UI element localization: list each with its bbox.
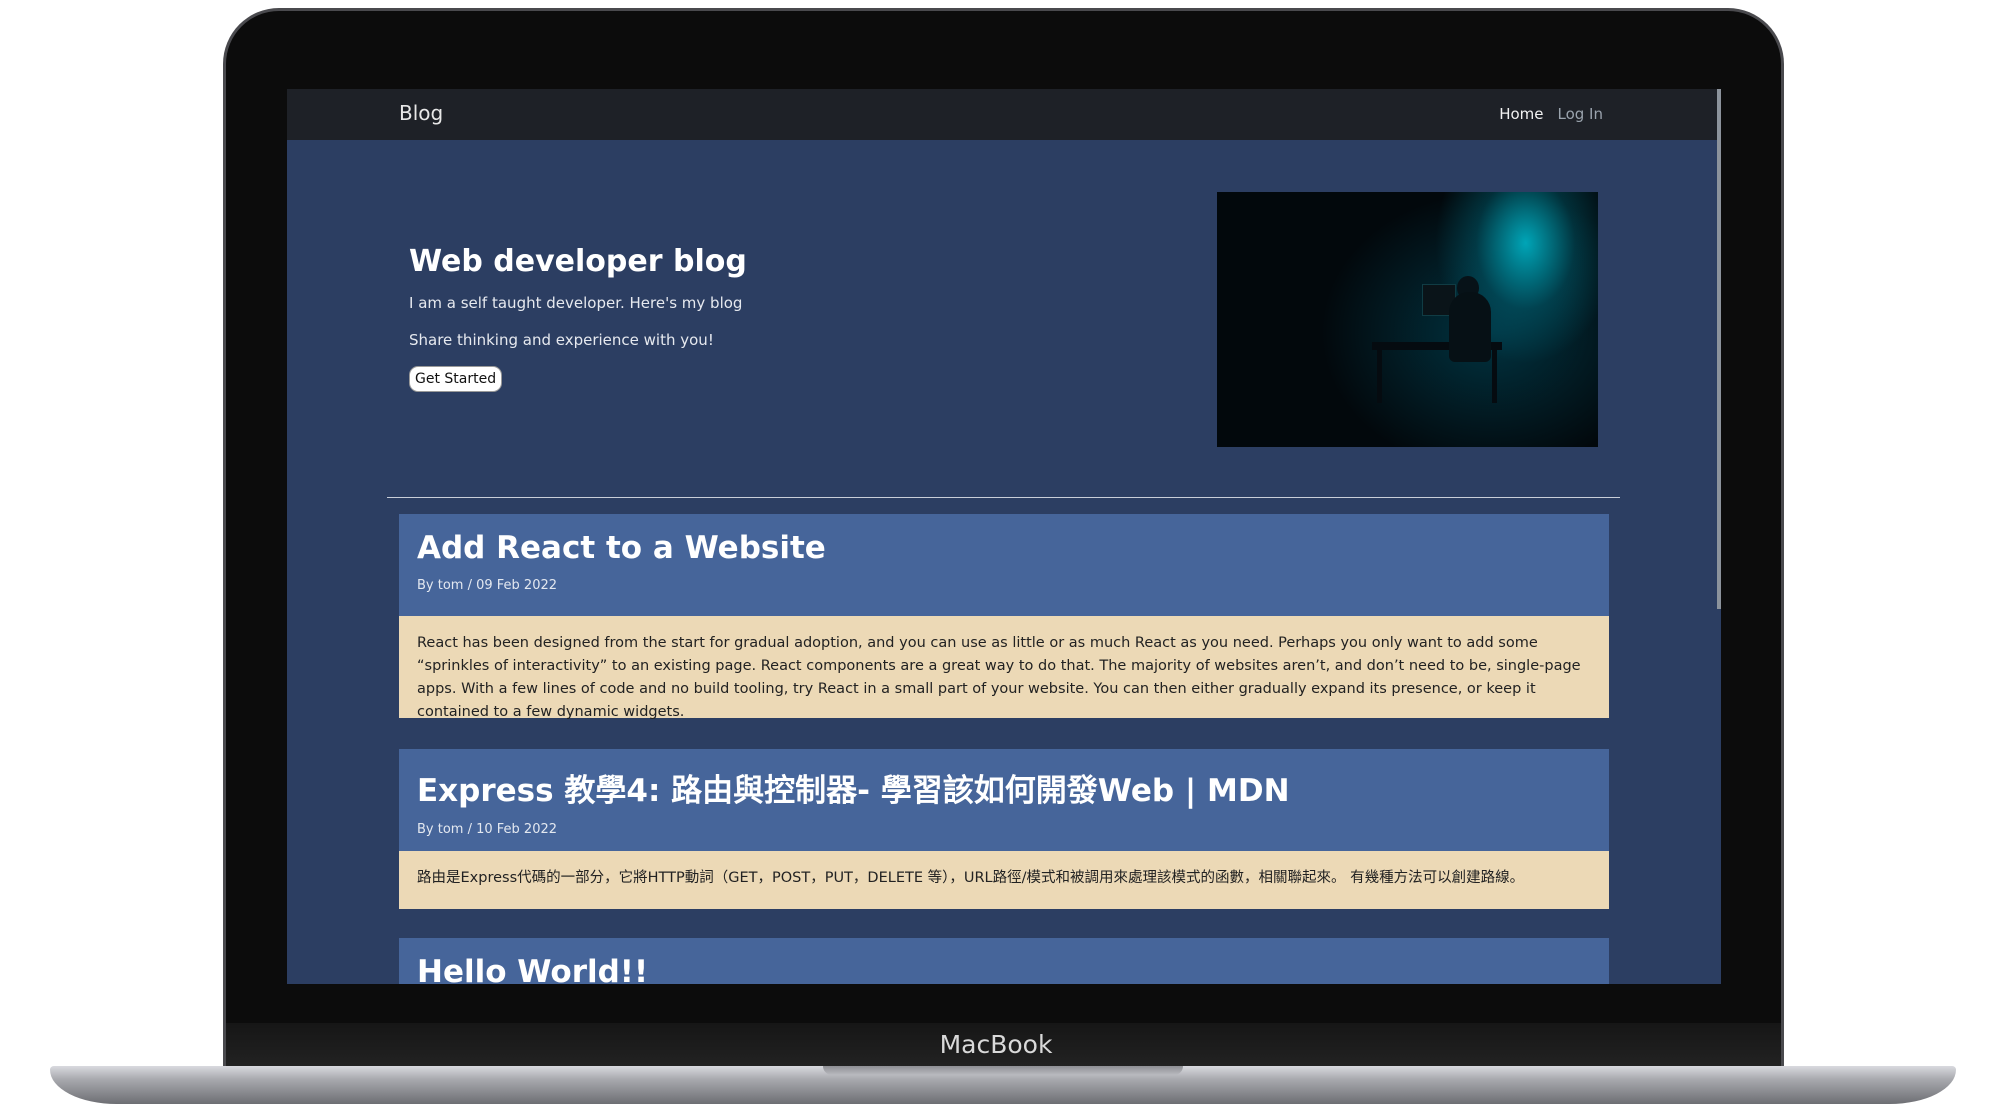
- nav-link-home[interactable]: Home: [1499, 105, 1543, 123]
- post-meta: By tom / 09 Feb 2022: [417, 578, 558, 593]
- post-card: Express 教學4: 路由與控制器- 學習該如何開發Web | MDN By…: [399, 749, 1609, 909]
- post-header: Express 教學4: 路由與控制器- 學習該如何開發Web | MDN By…: [399, 749, 1609, 851]
- hero-tagline: Share thinking and experience with you!: [409, 331, 714, 349]
- post-meta: By tom / 10 Feb 2022: [417, 822, 558, 837]
- post-card: Add React to a Website By tom / 09 Feb 2…: [399, 514, 1609, 720]
- browser-screen: Blog Home Log In Web developer blog I am…: [287, 89, 1721, 984]
- get-started-button[interactable]: Get Started: [409, 366, 503, 392]
- navbar-brand[interactable]: Blog: [399, 101, 443, 125]
- navbar: Blog Home Log In: [287, 89, 1721, 140]
- post-header: Hello World!!: [399, 938, 1609, 984]
- desk-leg: [1492, 348, 1497, 403]
- laptop-hinge-notch: [823, 1066, 1183, 1075]
- page-scrollbar[interactable]: [1717, 89, 1721, 609]
- hero-title: Web developer blog: [409, 244, 747, 279]
- post-card: Hello World!!: [399, 938, 1609, 984]
- device-label: MacBook: [939, 1030, 1053, 1059]
- nav-links: Home Log In: [1499, 105, 1603, 123]
- section-divider: [387, 497, 1620, 498]
- person-silhouette: [1449, 292, 1491, 362]
- desk-leg: [1377, 348, 1382, 403]
- hero-image: [1217, 192, 1598, 447]
- post-title[interactable]: Express 教學4: 路由與控制器- 學習該如何開發Web | MDN: [417, 765, 1591, 810]
- post-excerpt: 路由是Express代碼的一部分，它將HTTP動詞（GET，POST，PUT，D…: [399, 851, 1609, 909]
- hero-subtitle: I am a self taught developer. Here's my …: [409, 294, 743, 312]
- post-header: Add React to a Website By tom / 09 Feb 2…: [399, 514, 1609, 616]
- post-title[interactable]: Hello World!!: [417, 954, 1591, 984]
- post-title[interactable]: Add React to a Website: [417, 530, 1591, 566]
- nav-link-login[interactable]: Log In: [1558, 105, 1604, 123]
- post-excerpt: React has been designed from the start f…: [399, 616, 1609, 720]
